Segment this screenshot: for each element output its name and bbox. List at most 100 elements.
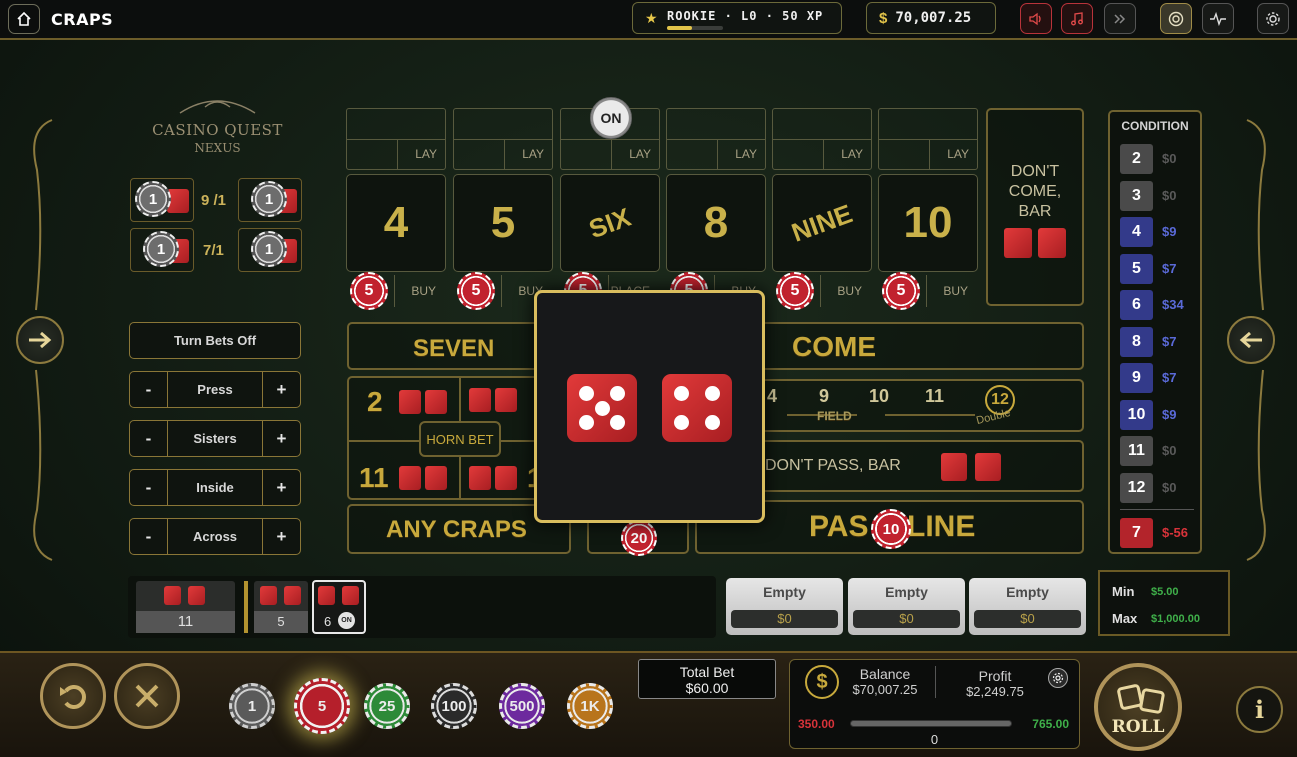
condition-number: 8 <box>1120 326 1153 357</box>
craps-game: CRAPS ★ ROOKIE · L0 · 50 XP $ 70,007.25 <box>0 0 1297 757</box>
condition-row: 9 $7 <box>1120 363 1200 393</box>
divider <box>397 139 398 169</box>
undo-icon <box>60 685 86 709</box>
chip-selector-25[interactable]: 25 <box>364 683 410 729</box>
sound-toggle-button[interactable] <box>1020 3 1052 34</box>
history-item: 11 <box>136 581 235 633</box>
undo-button[interactable] <box>40 663 106 729</box>
lay-label: LAY <box>947 147 969 161</box>
place-number-label: 10 <box>903 198 953 247</box>
condition-value: $9 <box>1162 406 1177 422</box>
chip-selector-1[interactable]: 1 <box>229 683 275 729</box>
saved-bet-slot-3[interactable]: Empty $0 <box>969 578 1086 635</box>
condition-row: 12 $0 <box>1120 472 1200 503</box>
crest-icon <box>179 100 256 114</box>
inside-plus-button[interactable]: + <box>262 470 300 505</box>
clear-bets-button[interactable] <box>114 663 180 729</box>
chip-selector-500[interactable]: 500 <box>499 683 545 729</box>
divider <box>823 139 824 169</box>
profit-value: $2,249.75 <box>966 684 1024 699</box>
place-number-six[interactable]: SIX <box>560 174 660 272</box>
place-number-10[interactable]: 10 <box>878 174 978 272</box>
lay-bet-area[interactable]: LAY <box>772 108 872 170</box>
horn-bet-button[interactable]: HORN BET <box>419 421 501 457</box>
condition-value: $9 <box>1162 224 1177 239</box>
turn-bets-off-button[interactable]: Turn Bets Off <box>129 322 301 359</box>
close-icon <box>135 684 159 708</box>
hop-bet-cell[interactable]: 1 <box>130 228 194 272</box>
roll-button[interactable]: ROLL <box>1094 663 1182 751</box>
balance-value: $70,007.25 <box>852 682 918 697</box>
lay-label: LAY <box>415 147 437 161</box>
stats-button[interactable] <box>1202 3 1234 34</box>
music-note-icon <box>1071 11 1083 25</box>
buy-label: BUY <box>411 284 436 298</box>
place-number-5[interactable]: 5 <box>453 174 553 272</box>
profit-settings-button[interactable] <box>1048 668 1068 688</box>
press-control: - Press + <box>129 371 301 408</box>
across-control: - Across + <box>129 518 301 555</box>
place-number-8[interactable]: 8 <box>666 174 766 272</box>
info-button[interactable]: i <box>1236 686 1283 733</box>
dont-come-bar-area[interactable]: DON'T COME, BAR <box>986 108 1084 306</box>
across-minus-button[interactable]: - <box>130 519 168 554</box>
hop-bet-cell[interactable]: 1 <box>238 178 302 222</box>
prev-arrow-button[interactable] <box>1227 316 1275 364</box>
buy-chip: 5 <box>776 272 814 310</box>
press-plus-button[interactable]: + <box>262 372 300 407</box>
lay-bet-area[interactable]: LAY <box>346 108 446 170</box>
saved-bet-slot-1[interactable]: Empty $0 <box>726 578 843 635</box>
divider <box>879 139 977 140</box>
place-number-nine[interactable]: NINE <box>772 174 872 272</box>
inside-minus-button[interactable]: - <box>130 470 168 505</box>
chip-selector-100[interactable]: 100 <box>431 683 477 729</box>
next-arrow-button[interactable] <box>16 316 64 364</box>
lay-label: LAY <box>841 147 863 161</box>
music-toggle-button[interactable] <box>1061 3 1093 34</box>
condition-number: 11 <box>1120 436 1153 466</box>
condition-row: 5 $7 <box>1120 253 1200 284</box>
divider <box>504 139 505 169</box>
die-pip <box>704 415 720 431</box>
buy-bet-area[interactable]: BUY 5 <box>772 272 872 310</box>
history-separator <box>244 581 248 633</box>
field-label: FIELD <box>817 409 852 423</box>
lay-bet-area[interactable]: LAY <box>878 108 978 170</box>
place-number-label: NINE <box>787 197 857 248</box>
across-plus-button[interactable]: + <box>262 519 300 554</box>
profit-label: Profit <box>978 668 1012 684</box>
condition-number: 9 <box>1120 363 1153 393</box>
divider <box>394 275 395 307</box>
across-label: Across <box>192 529 238 544</box>
chip-selector-1k[interactable]: 1K <box>567 683 613 729</box>
balance-label: Balance <box>859 666 911 682</box>
home-button[interactable] <box>8 4 40 34</box>
condition-number: 12 <box>1120 472 1153 503</box>
saved-bet-slot-2[interactable]: Empty $0 <box>848 578 965 635</box>
condition-row: 6 $34 <box>1120 290 1200 320</box>
buy-bet-area[interactable]: BUY 5 <box>878 272 978 310</box>
history-on-badge: ON <box>338 612 355 629</box>
lay-bet-area[interactable]: LAY <box>453 108 553 170</box>
settings-button[interactable] <box>1257 3 1289 34</box>
dice-icon <box>469 388 491 412</box>
activity-icon <box>1210 11 1226 26</box>
inside-label: Inside <box>196 480 234 495</box>
dollar-sign: $ <box>879 9 888 27</box>
fast-forward-button[interactable] <box>1104 3 1136 34</box>
lay-bet-area[interactable]: LAY <box>666 108 766 170</box>
total-bet-value: $60.00 <box>685 680 729 696</box>
big-bet-chip: 20 <box>621 520 657 556</box>
chip-selector-5[interactable]: 5 <box>294 678 350 734</box>
profit-range-slider[interactable] <box>850 720 1012 727</box>
die-pip <box>594 400 610 416</box>
sisters-minus-button[interactable]: - <box>130 421 168 456</box>
buy-bet-area[interactable]: BUY 5 <box>346 272 446 310</box>
on-puck: ON <box>590 97 632 139</box>
press-minus-button[interactable]: - <box>130 372 168 407</box>
hop-bet-cell[interactable]: 1 <box>130 178 194 222</box>
target-button[interactable] <box>1160 3 1192 34</box>
sisters-plus-button[interactable]: + <box>262 421 300 456</box>
place-number-4[interactable]: 4 <box>346 174 446 272</box>
hop-bet-cell[interactable]: 1 <box>238 228 302 272</box>
